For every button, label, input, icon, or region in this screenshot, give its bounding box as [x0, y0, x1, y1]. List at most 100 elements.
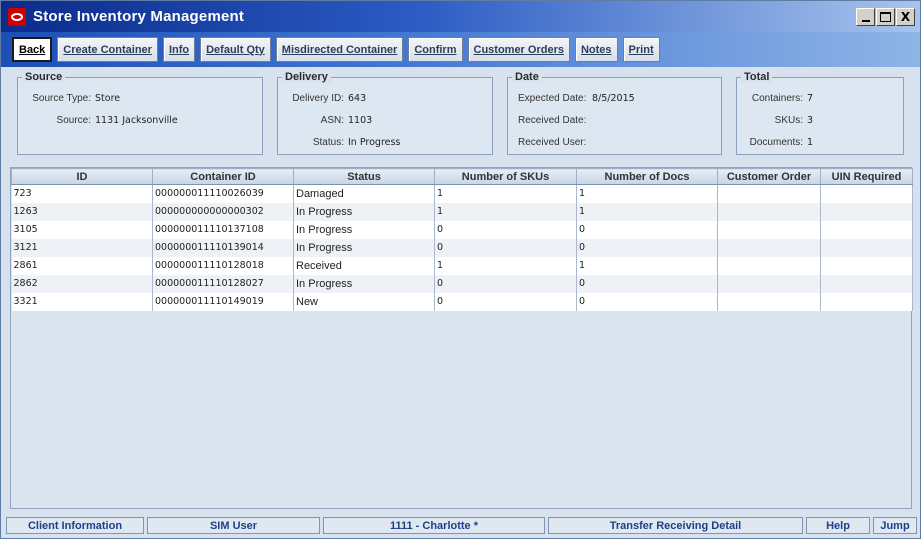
cell-container-id: 000000011110128027: [152, 274, 294, 293]
cell-uin-required: [820, 256, 913, 275]
containers-row: Containers: 7: [747, 93, 813, 104]
date-group: Date Expected Date: 8/5/2015 Received Dat…: [507, 71, 722, 155]
cell-number-of-skus: 0: [434, 292, 577, 311]
default-qty-button[interactable]: Default Qty: [200, 37, 271, 62]
received-date-label: Received Date:: [518, 115, 587, 126]
column-header-customer-order[interactable]: Customer Order: [717, 168, 821, 185]
cell-uin-required: [820, 292, 913, 311]
cell-id: 3321: [11, 292, 153, 311]
column-header-id[interactable]: ID: [11, 168, 153, 185]
store-indicator[interactable]: 1111 - Charlotte *: [323, 517, 545, 534]
info-button[interactable]: Info: [162, 37, 196, 62]
total-group-title: Total: [741, 71, 773, 83]
cell-number-of-docs: 1: [576, 184, 718, 203]
skus-row: SKUs: 3: [747, 115, 813, 126]
table-header-row: ID Container ID Status Number of SKUs Nu…: [11, 168, 913, 185]
status-bar: Client Information SIM User 1111 - Charl…: [6, 517, 917, 534]
misdirected-container-button[interactable]: Misdirected Container: [275, 37, 404, 62]
cell-number-of-skus: 1: [434, 202, 577, 221]
received-user-label: Received User:: [518, 137, 587, 148]
cell-number-of-skus: 0: [434, 274, 577, 293]
confirm-button[interactable]: Confirm: [408, 37, 463, 62]
source-type-row: Source Type: Store: [28, 93, 120, 104]
cell-container-id: 000000000000000302: [152, 202, 294, 221]
cell-id: 1263: [11, 202, 153, 221]
cell-status: In Progress: [293, 274, 435, 293]
source-group: Source Source Type: Store Source: 1131 Jac…: [17, 71, 263, 155]
table-row[interactable]: 3105 000000011110137108 In Progress 0 0: [11, 220, 913, 239]
source-group-title: Source: [22, 71, 66, 83]
screen-name-indicator: Transfer Receiving Detail: [548, 517, 803, 534]
delivery-id-label: Delivery ID:: [292, 93, 344, 104]
close-button[interactable]: X: [896, 8, 915, 26]
cell-id: 2861: [11, 256, 153, 275]
column-header-status[interactable]: Status: [293, 168, 435, 185]
expected-date-value: 8/5/2015: [592, 93, 635, 104]
source-label: Source:: [56, 115, 91, 126]
cell-id: 723: [11, 184, 153, 203]
minimize-button[interactable]: [856, 8, 875, 26]
source-type-label: Source Type:: [32, 93, 91, 104]
column-header-number-of-skus[interactable]: Number of SKUs: [434, 168, 577, 185]
maximize-button[interactable]: [876, 8, 895, 26]
jump-button[interactable]: Jump: [873, 517, 917, 534]
source-value: 1131 Jacksonville: [95, 115, 178, 126]
cell-customer-order: [717, 220, 821, 239]
cell-status: Damaged: [293, 184, 435, 203]
customer-orders-button[interactable]: Customer Orders: [467, 37, 570, 62]
column-header-container-id[interactable]: Container ID: [152, 168, 294, 185]
cell-customer-order: [717, 238, 821, 257]
cell-status: Received: [293, 256, 435, 275]
column-header-uin-required[interactable]: UIN Required: [820, 168, 913, 185]
notes-button[interactable]: Notes: [574, 37, 618, 62]
cell-container-id: 000000011110137108: [152, 220, 294, 239]
table-row[interactable]: 1263 000000000000000302 In Progress 1 1: [11, 202, 913, 221]
asn-value: 1103: [348, 115, 373, 126]
print-button[interactable]: Print: [622, 37, 660, 62]
client-information-link[interactable]: Client Information: [6, 517, 144, 534]
source-type-value: Store: [95, 93, 121, 104]
back-button[interactable]: Back: [12, 37, 53, 62]
received-date-row: Received Date:: [518, 115, 592, 126]
documents-row: Documents: 1: [747, 137, 813, 148]
delivery-id-value: 643: [348, 93, 367, 104]
cell-number-of-skus: 0: [434, 220, 577, 239]
app-window: Store Inventory Management X Back Create…: [0, 0, 921, 539]
cell-uin-required: [820, 202, 913, 221]
cell-number-of-skus: 0: [434, 238, 577, 257]
expected-date-label: Expected Date:: [518, 93, 587, 104]
column-header-number-of-docs[interactable]: Number of Docs: [576, 168, 718, 185]
cell-customer-order: [717, 292, 821, 311]
cell-number-of-skus: 1: [434, 256, 577, 275]
cell-container-id: 000000011110026039: [152, 184, 294, 203]
table-row[interactable]: 3321 000000011110149019 New 0 0: [11, 292, 913, 311]
delivery-group-title: Delivery: [282, 71, 331, 83]
containers-table-panel: ID Container ID Status Number of SKUs Nu…: [10, 167, 913, 509]
asn-row: ASN: 1103: [288, 115, 373, 126]
table-row[interactable]: 2861 000000011110128018 Received 1 1: [11, 256, 913, 275]
window-controls: X: [856, 8, 915, 26]
cell-uin-required: [820, 238, 913, 257]
cell-number-of-docs: 0: [576, 274, 718, 293]
help-button[interactable]: Help: [806, 517, 870, 534]
oracle-logo-icon: [8, 7, 26, 26]
cell-status: In Progress: [293, 202, 435, 221]
user-indicator: SIM User: [147, 517, 320, 534]
cell-number-of-skus: 1: [434, 184, 577, 203]
cell-id: 3121: [11, 238, 153, 257]
cell-customer-order: [717, 256, 821, 275]
cell-number-of-docs: 0: [576, 238, 718, 257]
cell-container-id: 000000011110149019: [152, 292, 294, 311]
cell-container-id: 000000011110139014: [152, 238, 294, 257]
toolbar: Back Create Container Info Default Qty M…: [1, 32, 920, 67]
create-container-button[interactable]: Create Container: [57, 37, 158, 62]
close-icon: X: [900, 10, 911, 24]
table-row[interactable]: 723 000000011110026039 Damaged 1 1: [11, 184, 913, 203]
minimize-icon: [861, 20, 870, 22]
documents-label: Documents:: [749, 137, 803, 148]
containers-table: ID Container ID Status Number of SKUs Nu…: [11, 168, 913, 311]
table-row[interactable]: 2862 000000011110128027 In Progress 0 0: [11, 274, 913, 293]
delivery-id-row: Delivery ID: 643: [288, 93, 366, 104]
table-row[interactable]: 3121 000000011110139014 In Progress 0 0: [11, 238, 913, 257]
containers-value: 7: [807, 93, 814, 104]
